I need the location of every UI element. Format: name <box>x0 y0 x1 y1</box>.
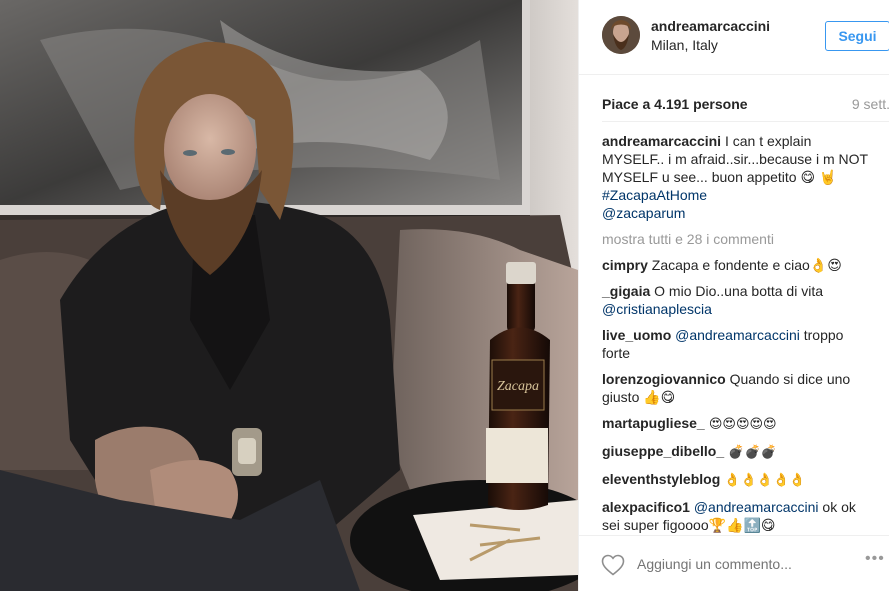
avatar-image <box>602 16 640 54</box>
heart-icon[interactable] <box>601 554 625 576</box>
comment-item: cimpry Zacapa e fondente e ciao👌😍 <box>602 256 870 274</box>
photo-illustration: Zacapa <box>0 0 578 591</box>
comment-username[interactable]: alexpacifico1 <box>602 499 690 515</box>
add-comment-input[interactable] <box>637 552 867 576</box>
post-header: andreamarcaccini Milan, Italy Segui <box>579 0 889 75</box>
comment-username[interactable]: live_uomo <box>602 327 671 343</box>
comment-mention[interactable]: @andreamarcaccini <box>675 327 800 343</box>
comment-item: martapugliese_ 😍😍😍😍😍 <box>602 414 870 434</box>
follow-button[interactable]: Segui <box>825 21 889 51</box>
caption-mention[interactable]: @zacaparum <box>602 205 685 221</box>
comment-item: eleventhstyleblog 👌👌👌👌👌 <box>602 470 870 490</box>
caption-hashtag[interactable]: #ZacapaAtHome <box>602 187 707 203</box>
comment-item: alexpacifico1 @andreamarcaccini ok ok se… <box>602 498 870 534</box>
comment-username[interactable]: cimpry <box>602 257 648 273</box>
bottle-label: Zacapa <box>497 379 539 394</box>
post-username[interactable]: andreamarcaccini <box>651 18 770 34</box>
comment-text: 👌👌👌👌👌 <box>720 473 806 488</box>
comment-text: 😍😍😍😍😍 <box>704 417 777 432</box>
comment-username[interactable]: martapugliese_ <box>602 415 705 431</box>
caption-username[interactable]: andreamarcaccini <box>602 133 721 149</box>
comment-username[interactable]: _gigaia <box>602 283 650 299</box>
post-photo[interactable]: Zacapa <box>0 0 578 591</box>
show-all-comments-link[interactable]: mostra tutti e 28 i commenti <box>602 230 870 248</box>
comment-text: O mio Dio..una botta di vita <box>650 283 824 299</box>
options-icon[interactable]: ••• <box>865 550 885 568</box>
caption: andreamarcaccini I can t explain MYSELF.… <box>602 132 870 222</box>
avatar[interactable] <box>602 16 640 54</box>
post-view: Zacapa andreamarcaccini Milan, Italy Seg… <box>0 0 889 591</box>
comment-username[interactable]: giuseppe_dibello_ <box>602 443 724 459</box>
comment-text: Zacapa e fondente e ciao👌😍 <box>647 257 842 273</box>
divider <box>602 121 889 122</box>
comment-item: lorenzogiovannico Quando si dice uno giu… <box>602 370 870 406</box>
comment-item: giuseppe_dibello_ 💣💣💣 <box>602 442 870 462</box>
comment-mention[interactable]: @cristianaplescia <box>602 301 712 317</box>
likes-count[interactable]: Piace a 4.191 persone <box>602 96 748 112</box>
comment-item: _gigaia O mio Dio..una botta di vita @cr… <box>602 282 870 318</box>
comment-mention[interactable]: @andreamarcaccini <box>694 499 819 515</box>
likes-row: Piace a 4.191 persone 9 sett. <box>602 96 889 112</box>
comment-text: 💣💣💣 <box>724 445 777 460</box>
post-sidebar: andreamarcaccini Milan, Italy Segui Piac… <box>578 0 889 591</box>
comment-username[interactable]: eleventhstyleblog <box>602 471 720 487</box>
post-location[interactable]: Milan, Italy <box>651 37 718 53</box>
comment-username[interactable]: lorenzogiovannico <box>602 371 726 387</box>
comment-bar: ••• <box>579 535 889 591</box>
post-age[interactable]: 9 sett. <box>852 96 889 112</box>
comments-list: andreamarcaccini I can t explain MYSELF.… <box>602 132 870 542</box>
comment-item: live_uomo @andreamarcaccini troppo forte <box>602 326 870 362</box>
